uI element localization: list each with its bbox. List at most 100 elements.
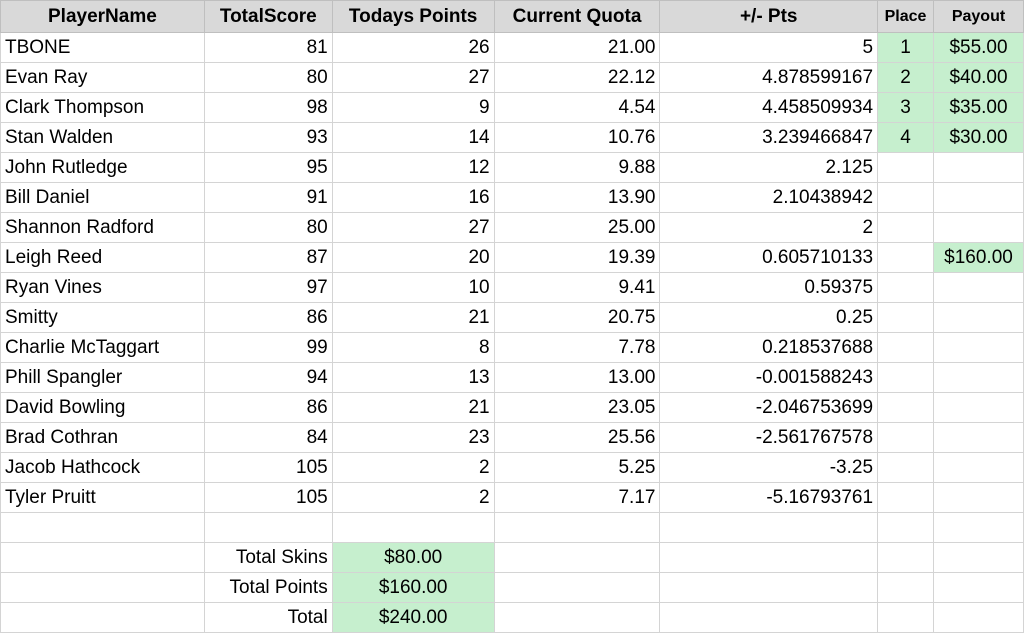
empty-cell[interactable] (659, 572, 879, 603)
cell-place[interactable]: 3 (877, 92, 934, 123)
cell-total-score[interactable]: 97 (203, 272, 333, 303)
cell-place[interactable] (877, 272, 934, 303)
cell-plus-minus[interactable]: 0.25 (659, 302, 879, 333)
cell-plus-minus[interactable]: -2.046753699 (659, 392, 879, 423)
cell-current-quota[interactable]: 9.41 (493, 272, 661, 303)
cell-place[interactable] (877, 302, 934, 333)
cell-payout[interactable]: $40.00 (933, 62, 1024, 93)
empty-cell[interactable] (331, 512, 495, 543)
cell-plus-minus[interactable]: 4.458509934 (659, 92, 879, 123)
cell-current-quota[interactable]: 5.25 (493, 452, 661, 483)
cell-payout[interactable] (933, 332, 1024, 363)
cell-total-score[interactable]: 94 (203, 362, 333, 393)
empty-cell[interactable] (659, 542, 879, 573)
cell-player-name[interactable]: Ryan Vines (0, 272, 205, 303)
cell-place[interactable] (877, 362, 934, 393)
cell-payout[interactable]: $35.00 (933, 92, 1024, 123)
cell-plus-minus[interactable]: 2.125 (659, 152, 879, 183)
empty-cell[interactable] (933, 602, 1024, 633)
cell-todays-points[interactable]: 27 (331, 62, 495, 93)
cell-total-score[interactable]: 91 (203, 182, 333, 213)
header-total-score[interactable]: TotalScore (203, 0, 333, 33)
empty-cell[interactable] (493, 542, 661, 573)
cell-player-name[interactable]: Jacob Hathcock (0, 452, 205, 483)
cell-payout[interactable] (933, 152, 1024, 183)
cell-todays-points[interactable]: 26 (331, 32, 495, 63)
cell-player-name[interactable]: Clark Thompson (0, 92, 205, 123)
cell-payout[interactable] (933, 182, 1024, 213)
empty-cell[interactable] (659, 602, 879, 633)
cell-place[interactable]: 4 (877, 122, 934, 153)
cell-todays-points[interactable]: 8 (331, 332, 495, 363)
cell-todays-points[interactable]: 23 (331, 422, 495, 453)
cell-plus-minus[interactable]: 5 (659, 32, 879, 63)
cell-total-score[interactable]: 84 (203, 422, 333, 453)
empty-cell[interactable] (493, 572, 661, 603)
cell-current-quota[interactable]: 13.00 (493, 362, 661, 393)
cell-plus-minus[interactable]: -2.561767578 (659, 422, 879, 453)
cell-todays-points[interactable]: 20 (331, 242, 495, 273)
cell-payout[interactable] (933, 212, 1024, 243)
header-todays-points[interactable]: Todays Points (331, 0, 495, 33)
cell-plus-minus[interactable]: -3.25 (659, 452, 879, 483)
cell-player-name[interactable]: TBONE (0, 32, 205, 63)
cell-payout[interactable]: $160.00 (933, 242, 1024, 273)
cell-place[interactable] (877, 482, 934, 513)
cell-player-name[interactable]: Shannon Radford (0, 212, 205, 243)
cell-player-name[interactable]: Charlie McTaggart (0, 332, 205, 363)
cell-total-score[interactable]: 98 (203, 92, 333, 123)
cell-plus-minus[interactable]: 4.878599167 (659, 62, 879, 93)
empty-cell[interactable] (933, 572, 1024, 603)
cell-current-quota[interactable]: 25.00 (493, 212, 661, 243)
cell-player-name[interactable]: David Bowling (0, 392, 205, 423)
cell-place[interactable]: 2 (877, 62, 934, 93)
empty-cell[interactable] (493, 512, 661, 543)
empty-cell[interactable] (877, 512, 934, 543)
cell-plus-minus[interactable]: 2 (659, 212, 879, 243)
cell-plus-minus[interactable]: -0.001588243 (659, 362, 879, 393)
cell-total-score[interactable]: 99 (203, 332, 333, 363)
cell-todays-points[interactable]: 27 (331, 212, 495, 243)
empty-cell[interactable] (0, 602, 205, 633)
cell-total-score[interactable]: 80 (203, 62, 333, 93)
cell-payout[interactable] (933, 392, 1024, 423)
empty-cell[interactable] (933, 512, 1024, 543)
total-label[interactable]: Total Points (203, 572, 333, 603)
cell-payout[interactable] (933, 452, 1024, 483)
cell-plus-minus[interactable]: 3.239466847 (659, 122, 879, 153)
cell-payout[interactable] (933, 422, 1024, 453)
cell-current-quota[interactable]: 9.88 (493, 152, 661, 183)
cell-player-name[interactable]: Evan Ray (0, 62, 205, 93)
cell-total-score[interactable]: 86 (203, 392, 333, 423)
total-value[interactable]: $240.00 (331, 602, 495, 633)
cell-player-name[interactable]: John Rutledge (0, 152, 205, 183)
total-label[interactable]: Total (203, 602, 333, 633)
total-value[interactable]: $160.00 (331, 572, 495, 603)
empty-cell[interactable] (877, 602, 934, 633)
cell-plus-minus[interactable]: -5.16793761 (659, 482, 879, 513)
cell-todays-points[interactable]: 12 (331, 152, 495, 183)
cell-place[interactable]: 1 (877, 32, 934, 63)
empty-cell[interactable] (0, 542, 205, 573)
cell-current-quota[interactable]: 25.56 (493, 422, 661, 453)
cell-plus-minus[interactable]: 0.218537688 (659, 332, 879, 363)
cell-todays-points[interactable]: 10 (331, 272, 495, 303)
cell-current-quota[interactable]: 22.12 (493, 62, 661, 93)
cell-todays-points[interactable]: 16 (331, 182, 495, 213)
cell-plus-minus[interactable]: 0.605710133 (659, 242, 879, 273)
empty-cell[interactable] (493, 602, 661, 633)
cell-player-name[interactable]: Phill Spangler (0, 362, 205, 393)
cell-total-score[interactable]: 80 (203, 212, 333, 243)
cell-place[interactable] (877, 212, 934, 243)
cell-place[interactable] (877, 422, 934, 453)
cell-player-name[interactable]: Bill Daniel (0, 182, 205, 213)
cell-player-name[interactable]: Brad Cothran (0, 422, 205, 453)
cell-current-quota[interactable]: 20.75 (493, 302, 661, 333)
cell-current-quota[interactable]: 7.78 (493, 332, 661, 363)
cell-total-score[interactable]: 87 (203, 242, 333, 273)
cell-payout[interactable] (933, 272, 1024, 303)
cell-plus-minus[interactable]: 2.10438942 (659, 182, 879, 213)
header-plus-minus[interactable]: +/- Pts (659, 0, 879, 33)
cell-todays-points[interactable]: 2 (331, 482, 495, 513)
cell-todays-points[interactable]: 21 (331, 392, 495, 423)
